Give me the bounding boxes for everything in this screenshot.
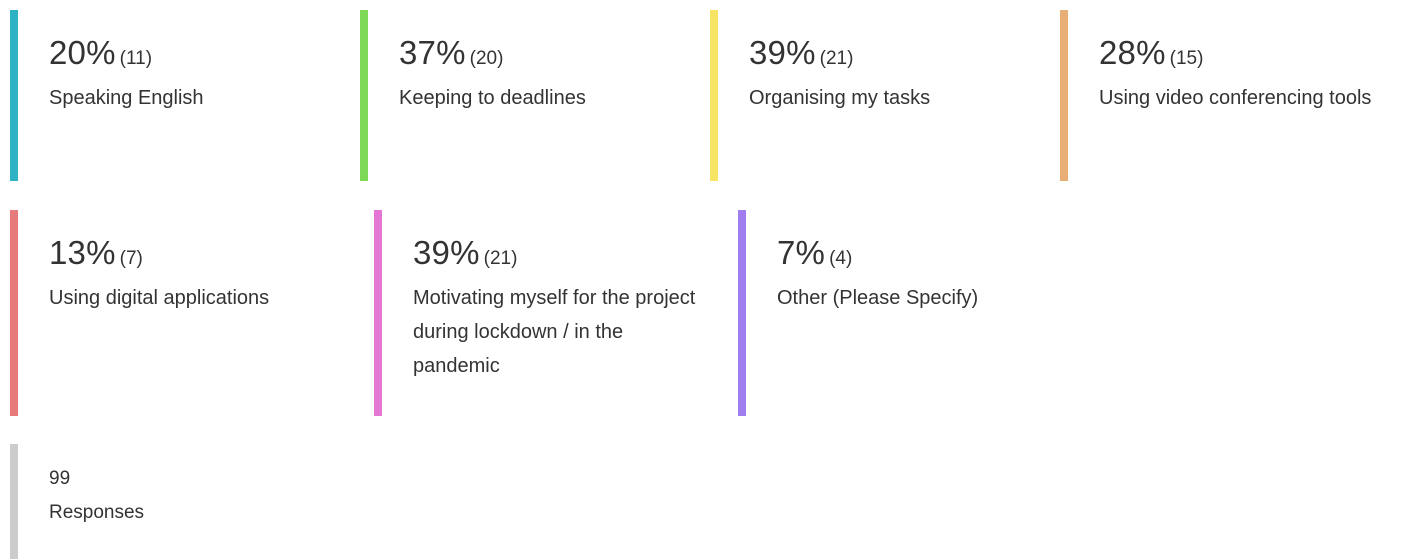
option-label: Keeping to deadlines [399, 87, 586, 109]
color-bar [10, 444, 18, 559]
percent-value: 7% [777, 234, 826, 271]
color-bar [710, 10, 718, 181]
total-responses-label: Responses [49, 502, 145, 523]
option-label: Other (Please Specify) [777, 287, 979, 309]
count-value: (21) [819, 48, 854, 69]
option-label: Speaking English [49, 87, 204, 109]
row-3: 99 Responses [10, 444, 1410, 559]
option-label: Motivating myself for the project during… [413, 287, 696, 377]
color-bar [10, 210, 18, 416]
response-summary: 20% (11) Speaking English 37% (20) Keepi… [10, 10, 1410, 559]
count-value: (21) [483, 248, 518, 269]
total-responses-card: 99 Responses [10, 444, 374, 559]
count-value: (4) [829, 248, 853, 269]
option-card-video-conferencing: 28% (15) Using video conferencing tools [1060, 10, 1410, 181]
percent-value: 13% [49, 234, 116, 271]
count-value: (7) [119, 248, 143, 269]
count-value: (20) [469, 48, 504, 69]
option-label: Using digital applications [49, 287, 270, 309]
count-value: (11) [119, 48, 153, 69]
color-bar [1060, 10, 1068, 181]
stat: 37% (20) [399, 36, 710, 69]
percent-value: 39% [413, 234, 480, 271]
color-bar [738, 210, 746, 416]
option-card-motivating-myself: 39% (21) Motivating myself for the proje… [374, 210, 738, 416]
option-card-digital-applications: 13% (7) Using digital applications [10, 210, 374, 416]
count-value: (15) [1169, 48, 1204, 69]
row-2: 13% (7) Using digital applications 39% (… [10, 210, 1410, 416]
color-bar [360, 10, 368, 181]
option-card-speaking-english: 20% (11) Speaking English [10, 10, 360, 181]
percent-value: 28% [1099, 34, 1166, 71]
stat: 39% (21) [749, 36, 1060, 69]
stat: 7% (4) [777, 236, 1102, 269]
percent-value: 37% [399, 34, 466, 71]
option-card-other: 7% (4) Other (Please Specify) [738, 210, 1102, 416]
total-responses-number: 99 [49, 468, 71, 489]
percent-value: 20% [49, 34, 116, 71]
stat: 28% (15) [1099, 36, 1410, 69]
stat: 20% (11) [49, 36, 360, 69]
stat: 13% (7) [49, 236, 374, 269]
row-1: 20% (11) Speaking English 37% (20) Keepi… [10, 10, 1410, 181]
percent-value: 39% [749, 34, 816, 71]
color-bar [374, 210, 382, 416]
option-label: Organising my tasks [749, 87, 931, 109]
option-label: Using video conferencing tools [1099, 87, 1372, 109]
option-card-organising-tasks: 39% (21) Organising my tasks [710, 10, 1060, 181]
stat: 39% (21) [413, 236, 738, 269]
color-bar [10, 10, 18, 181]
option-card-keeping-deadlines: 37% (20) Keeping to deadlines [360, 10, 710, 181]
